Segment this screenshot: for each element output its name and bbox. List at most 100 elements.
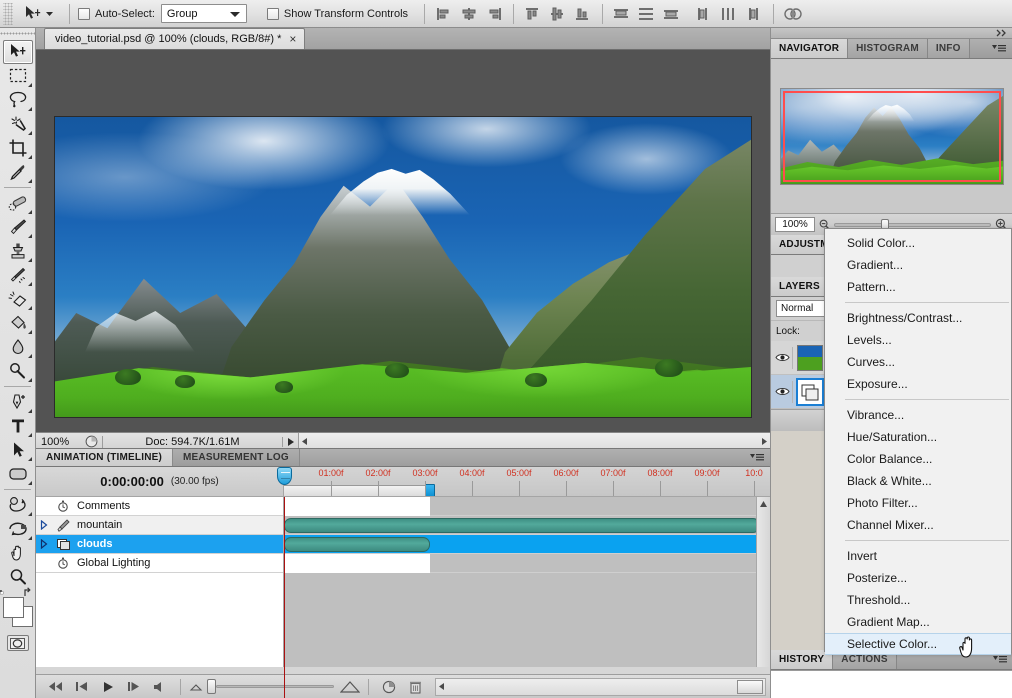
play-button[interactable] [96,678,120,696]
quick-mask-toggle[interactable] [6,635,29,651]
menu-item-vibrance[interactable]: Vibrance... [825,404,1011,426]
zoom-slider-thumb[interactable] [207,679,216,694]
work-area-bar[interactable] [284,485,430,496]
animation-panel-menu-button[interactable] [744,449,770,466]
tab-navigator[interactable]: NAVIGATOR [771,39,849,58]
gradient-tool[interactable] [3,311,33,335]
duration-bar-mountain[interactable] [284,518,760,533]
crop-tool[interactable] [3,136,33,160]
menu-item-pattern[interactable]: Pattern... [825,276,1011,298]
options-bar-grip[interactable] [3,2,13,25]
zoom-level[interactable]: 100% [36,436,80,448]
navigator-panel-menu-button[interactable] [986,39,1012,58]
3d-orbit-tool[interactable] [3,517,33,541]
horizontal-type-tool[interactable] [3,414,33,438]
track-clouds[interactable] [284,535,770,554]
duration-bar-clouds[interactable] [284,537,430,552]
show-transform-checkbox[interactable] [266,7,279,20]
magic-wand-tool[interactable] [3,112,33,136]
work-area-end-handle[interactable] [425,484,435,496]
clone-stamp-tool[interactable] [3,239,33,263]
navigator-thumbnail[interactable] [779,87,1004,185]
stopwatch-icon[interactable] [52,557,74,569]
menu-item-channel-mixer[interactable]: Channel Mixer... [825,514,1011,536]
track-comments[interactable] [284,497,770,516]
current-tool-preview[interactable] [17,2,61,26]
menu-item-exposure[interactable]: Exposure... [825,373,1011,395]
foreground-color-swatch[interactable] [2,597,24,618]
distribute-horizontal-centers-button[interactable] [718,3,740,25]
tab-animation-timeline[interactable]: ANIMATION (TIMELINE) [36,449,174,466]
tab-measurement-log[interactable]: MEASUREMENT LOG [173,449,300,466]
align-horizontal-centers-button[interactable] [458,3,480,25]
track-global-lighting[interactable] [284,554,770,573]
menu-item-selective-color[interactable]: Selective Color... [825,633,1011,655]
status-thumbnail-icon[interactable] [80,435,102,448]
menu-item-levels[interactable]: Levels... [825,329,1011,351]
healing-brush-tool[interactable] [3,191,33,215]
dock-collapse-bar[interactable] [771,28,1012,39]
menu-item-black-and-white[interactable]: Black & White... [825,470,1011,492]
document-tab[interactable]: video_tutorial.psd @ 100% (clouds, RGB/8… [44,28,306,49]
timeline-tracks[interactable] [277,467,770,698]
move-tool[interactable] [2,40,33,64]
hand-tool[interactable] [3,541,33,565]
align-right-edges-button[interactable] [483,3,505,25]
history-panel-body[interactable] [771,670,1012,698]
eraser-tool[interactable] [3,287,33,311]
tab-info[interactable]: INFO [927,39,970,58]
chevron-right-icon[interactable] [36,539,52,549]
timeline-zoom-slider[interactable] [189,679,360,694]
dodge-tool[interactable] [3,359,33,383]
rounded-rectangle-tool[interactable] [3,462,33,486]
timeline-row-mountain[interactable]: mountain [36,516,283,535]
navigator-body[interactable] [771,59,1012,213]
convert-to-frame-animation-button[interactable] [377,678,401,696]
auto-select-dropdown[interactable]: Group [160,4,247,23]
history-brush-tool[interactable] [3,263,33,287]
timeline-ruler[interactable]: 01:00f 02:00f 03:00f 04:00f 05:00f 06:00… [284,467,770,496]
menu-item-photo-filter[interactable]: Photo Filter... [825,492,1011,514]
align-vertical-centers-button[interactable] [547,3,569,25]
tab-histogram[interactable]: HISTOGRAM [848,39,928,58]
menu-item-invert[interactable]: Invert [825,545,1011,567]
menu-item-posterize[interactable]: Posterize... [825,567,1011,589]
timeline-row-clouds[interactable]: clouds [36,535,283,554]
menu-item-gradient[interactable]: Gradient... [825,254,1011,276]
menu-item-hue-saturation[interactable]: Hue/Saturation... [825,426,1011,448]
canvas-viewport[interactable] [36,50,770,432]
distribute-left-edges-button[interactable] [693,3,715,25]
layer-thumbnail[interactable] [796,377,824,406]
rectangular-marquee-tool[interactable] [3,64,33,88]
playhead[interactable] [277,467,292,698]
brush-tool[interactable] [3,215,33,239]
menu-item-solid-color[interactable]: Solid Color... [825,232,1011,254]
layer-thumbnail[interactable] [797,344,823,371]
menu-item-gradient-map[interactable]: Gradient Map... [825,611,1011,633]
select-previous-frame-button[interactable] [70,678,94,696]
pen-tool[interactable] [3,390,33,414]
layer-visibility-toggle[interactable] [773,346,793,369]
scroll-thumb[interactable] [737,679,763,694]
timecode-display[interactable]: 0:00:00:00 (30.00 fps) [36,467,284,496]
close-icon[interactable]: × [289,33,296,45]
navigator-zoom-slider[interactable] [834,218,991,232]
go-to-first-frame-button[interactable] [44,678,68,696]
menu-item-brightness-contrast[interactable]: Brightness/Contrast... [825,307,1011,329]
lasso-tool[interactable] [3,88,33,112]
tab-history[interactable]: HISTORY [771,650,834,669]
timeline-row-comments[interactable]: Comments [36,497,283,516]
blur-tool[interactable] [3,335,33,359]
timeline-vertical-scrollbar[interactable] [756,497,770,667]
auto-select-checkbox[interactable] [78,7,90,20]
color-swatches[interactable] [0,587,35,629]
audio-button[interactable] [148,678,172,696]
menu-item-curves[interactable]: Curves... [825,351,1011,373]
align-left-edges-button[interactable] [433,3,455,25]
timeline-row-global-lighting[interactable]: Global Lighting [36,554,283,573]
status-menu-arrow-icon[interactable] [282,436,298,447]
track-mountain[interactable] [284,516,770,535]
navigator-zoom-value[interactable]: 100% [775,217,815,232]
auto-align-layers-button[interactable] [782,3,804,25]
new-adjustment-layer-menu[interactable]: Solid Color... Gradient... Pattern... Br… [824,228,1012,655]
